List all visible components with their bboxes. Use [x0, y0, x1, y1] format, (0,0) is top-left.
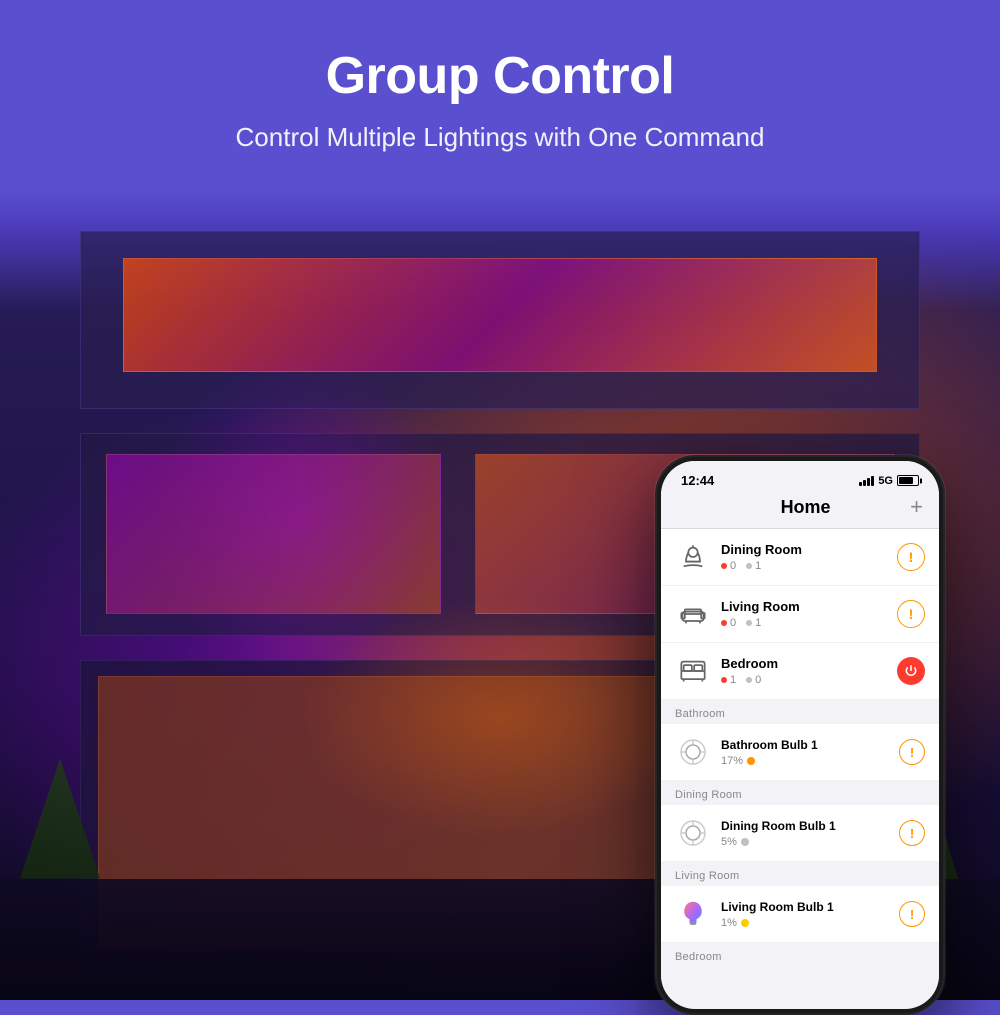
app-title: Home — [701, 497, 910, 518]
battery-icon — [897, 475, 919, 486]
bedroom-power-action[interactable] — [897, 657, 925, 685]
status-bar: 12:44 5G — [661, 461, 939, 492]
dining-room-stats: 0 1 — [721, 560, 897, 572]
status-5g: 5G — [878, 475, 893, 487]
dining-bulb1-action[interactable]: ! — [899, 820, 925, 846]
room-item-bedroom[interactable]: Bedroom 1 0 — [661, 643, 939, 700]
bathroom-bulb-icon — [675, 734, 711, 770]
dining-bulb1-indicator — [741, 838, 749, 846]
section-header-bathroom: Bathroom — [661, 700, 939, 724]
dining-room-action[interactable]: ! — [897, 543, 925, 571]
living-bulb1-action[interactable]: ! — [899, 901, 925, 927]
stat-dot-red — [721, 563, 727, 569]
page-wrapper: Group Control Control Multiple Lightings… — [0, 0, 1000, 1000]
status-icons: 5G — [859, 475, 919, 487]
bathroom-bulb1-info: Bathroom Bulb 1 17% — [721, 738, 899, 767]
dining-stat2-val: 1 — [755, 560, 761, 572]
bathroom-bulb1-status: 17% — [721, 755, 899, 767]
signal-bar-4 — [871, 476, 874, 486]
bedroom-stat-1: 1 — [721, 674, 736, 686]
living-bulb1-info: Living Room Bulb 1 1% — [721, 900, 899, 929]
bedroom-stats: 1 0 — [721, 674, 897, 686]
living-room-action[interactable]: ! — [897, 600, 925, 628]
living-stat2-val: 1 — [755, 617, 761, 629]
header-section: Group Control Control Multiple Lightings… — [0, 0, 1000, 175]
bedroom-name: Bedroom — [721, 656, 897, 671]
living-room-icon — [675, 596, 711, 632]
bedroom-info: Bedroom 1 0 — [721, 656, 897, 686]
section-header-living: Living Room — [661, 862, 939, 886]
bathroom-bulb1-pct: 17% — [721, 755, 743, 767]
living-bulb1-indicator — [741, 919, 749, 927]
section-header-dining: Dining Room — [661, 781, 939, 805]
phone-screen: 12:44 5G — [661, 461, 939, 1009]
dining-bulb1-pct: 5% — [721, 836, 737, 848]
device-item-living-bulb1[interactable]: Living Room Bulb 1 1% ! — [661, 886, 939, 943]
circle-bulb-icon — [679, 738, 707, 766]
floor-mid-left — [106, 454, 441, 614]
living-bulb1-pct: 1% — [721, 917, 737, 929]
dining-bulb-icon — [675, 815, 711, 851]
app-header: Home + — [661, 492, 939, 529]
page-title: Group Control — [20, 48, 980, 105]
circle-bulb-icon-2 — [679, 819, 707, 847]
phone-outer: 12:44 5G — [655, 455, 945, 1015]
dining-room-info: Dining Room 0 1 — [721, 542, 897, 572]
add-button[interactable]: + — [910, 496, 923, 518]
section-header-bedroom-devices: Bedroom — [661, 943, 939, 967]
page-subtitle: Control Multiple Lightings with One Comm… — [20, 121, 980, 155]
bedroom-icon — [675, 653, 711, 689]
bedroom-stat-dot-gray — [746, 677, 752, 683]
bathroom-bulb1-action[interactable]: ! — [899, 739, 925, 765]
app-content[interactable]: Dining Room 0 1 — [661, 529, 939, 999]
living-stat-1: 0 — [721, 617, 736, 629]
stat-dot-gray — [746, 563, 752, 569]
device-item-bathroom-bulb1[interactable]: Bathroom Bulb 1 17% ! — [661, 724, 939, 781]
dining-bulb1-status: 5% — [721, 836, 899, 848]
living-stat-dot-red — [721, 620, 727, 626]
dining-stat-2: 1 — [746, 560, 761, 572]
dining-room-name: Dining Room — [721, 542, 897, 557]
signal-bar-3 — [867, 478, 870, 486]
living-bulb-icon — [675, 896, 711, 932]
rooms-section: Dining Room 0 1 — [661, 529, 939, 700]
living-room-info: Living Room 0 1 — [721, 599, 897, 629]
bedroom-stat1-val: 1 — [730, 674, 736, 686]
room-item-living[interactable]: Living Room 0 1 — [661, 586, 939, 643]
bedroom-stat-2: 0 — [746, 674, 761, 686]
floor-top-window — [123, 258, 877, 373]
bedroom-stat2-val: 0 — [755, 674, 761, 686]
sofa-icon — [679, 600, 707, 628]
living-bulb1-name: Living Room Bulb 1 — [721, 900, 899, 914]
bathroom-bulb1-indicator — [747, 757, 755, 765]
living-stat1-val: 0 — [730, 617, 736, 629]
floor-top — [80, 231, 920, 409]
battery-fill — [899, 477, 913, 484]
device-item-dining-bulb1[interactable]: Dining Room Bulb 1 5% ! — [661, 805, 939, 862]
power-icon — [904, 664, 918, 678]
living-room-stats: 0 1 — [721, 617, 897, 629]
dining-bulb1-name: Dining Room Bulb 1 — [721, 819, 899, 833]
bedroom-stat-dot-red — [721, 677, 727, 683]
living-room-name: Living Room — [721, 599, 897, 614]
status-time: 12:44 — [681, 473, 714, 488]
dining-room-icon — [675, 539, 711, 575]
living-bulb1-status: 1% — [721, 917, 899, 929]
bed-icon — [679, 657, 707, 685]
living-stat-dot-gray — [746, 620, 752, 626]
bathroom-bulb1-name: Bathroom Bulb 1 — [721, 738, 899, 752]
room-item-dining[interactable]: Dining Room 0 1 — [661, 529, 939, 586]
dining-icon — [679, 543, 707, 571]
living-stat-2: 1 — [746, 617, 761, 629]
dining-bulb1-info: Dining Room Bulb 1 5% — [721, 819, 899, 848]
signal-bar-1 — [859, 482, 862, 486]
dining-stat-1: 0 — [721, 560, 736, 572]
dining-stat1-val: 0 — [730, 560, 736, 572]
signal-bars — [859, 476, 874, 486]
signal-bar-2 — [863, 480, 866, 486]
color-bulb-icon — [679, 900, 707, 928]
phone-container: 12:44 5G — [655, 455, 945, 1015]
